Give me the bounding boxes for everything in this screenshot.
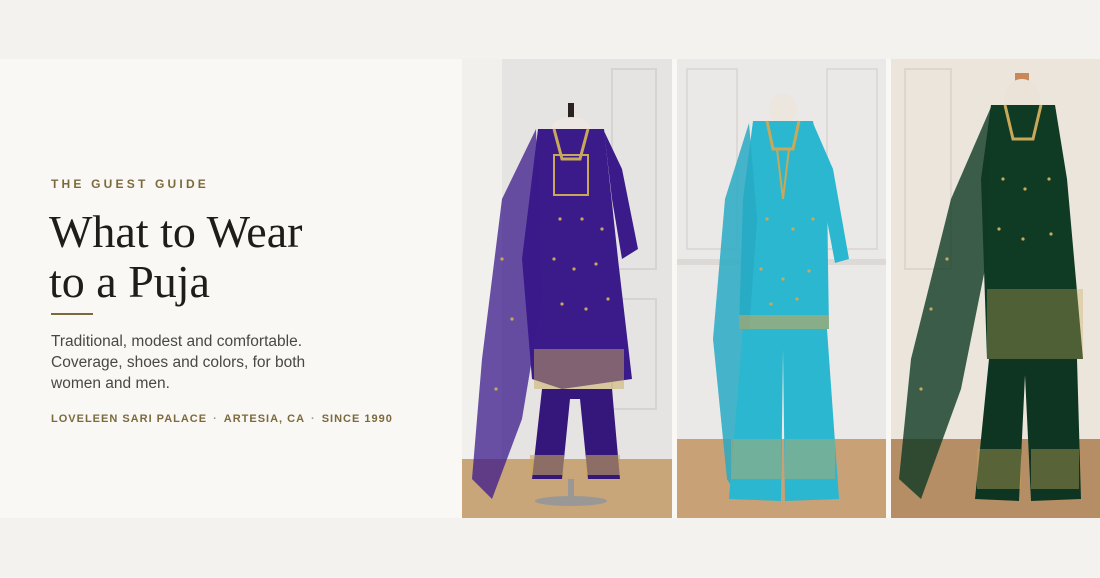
title-line-1: What to Wear (49, 206, 303, 257)
purple-outfit-illustration (462, 59, 672, 518)
store-meta: LOVELEEN SARI PALACE · ARTESIA, CA · SINCE 1… (51, 413, 393, 425)
meta-separator: · (311, 413, 316, 425)
outfit-photo-turquoise (677, 59, 886, 518)
meta-separator: · (213, 413, 218, 425)
page-title: What to Wear to a Puja (49, 207, 449, 307)
store-name: LOVELEEN SARI PALACE (51, 413, 208, 425)
outfit-photo-green (891, 59, 1100, 518)
subtitle-text: Traditional, modest and comfortable. Cov… (51, 333, 306, 392)
green-outfit-illustration (891, 59, 1100, 518)
eyebrow-label: THE GUEST GUIDE (51, 177, 210, 191)
store-location: ARTESIA, CA (223, 413, 306, 425)
outfit-photo-purple (462, 59, 672, 518)
turquoise-outfit-illustration (677, 59, 886, 518)
hero-banner: THE GUEST GUIDE What to Wear to a Puja T… (0, 59, 1100, 518)
store-since: SINCE 1990 (321, 413, 393, 425)
guide-text-panel: THE GUEST GUIDE What to Wear to a Puja T… (49, 59, 471, 518)
title-underline (51, 313, 93, 315)
title-line-2: to a Puja (49, 256, 210, 307)
